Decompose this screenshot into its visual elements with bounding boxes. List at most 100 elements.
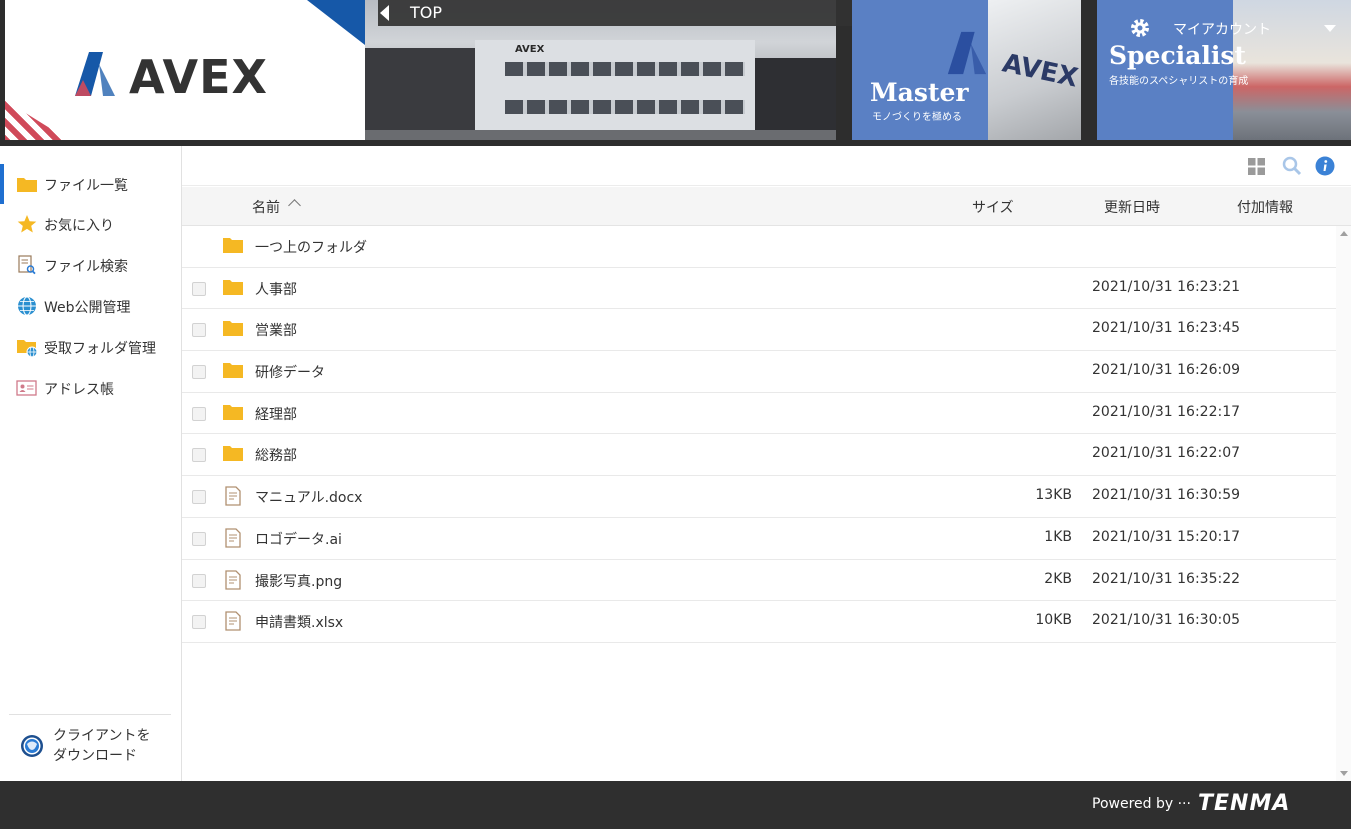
- row-checkbox[interactable]: [192, 406, 206, 421]
- address-card-icon: [16, 380, 37, 396]
- building-windows-upper: [505, 62, 745, 76]
- file-toolbar: [182, 146, 1351, 186]
- sidebar-item-receive-folder[interactable]: 受取フォルダ管理: [0, 327, 181, 367]
- file-icon: [225, 611, 241, 631]
- grid-view-icon[interactable]: [1248, 158, 1265, 175]
- row-checkbox[interactable]: [192, 448, 206, 463]
- folder-icon: [223, 446, 243, 462]
- table-row[interactable]: ロゴデータ.ai 1KB 2021/10/31 15:20:17: [182, 518, 1336, 560]
- row-checkbox[interactable]: [192, 323, 206, 338]
- row-checkbox[interactable]: [192, 573, 206, 588]
- tenma-logo[interactable]: TENMA: [1198, 791, 1290, 816]
- row-name: 人事部: [255, 281, 297, 298]
- sidebar-item-label: ファイル検索: [44, 259, 128, 275]
- row-checkbox[interactable]: [192, 615, 206, 630]
- powered-by-label: Powered by ···: [1092, 796, 1191, 812]
- row-modified: 2021/10/31 16:22:17: [1092, 403, 1241, 420]
- row-name: 研修データ: [255, 365, 325, 382]
- table-row[interactable]: 撮影写真.png 2KB 2021/10/31 16:35:22: [182, 560, 1336, 602]
- row-name: マニュアル.docx: [255, 490, 363, 507]
- table-header: 名前 サイズ 更新日時 付加情報: [182, 187, 1351, 226]
- sidebar-divider: [9, 714, 171, 715]
- row-name: 一つ上のフォルダ: [255, 240, 367, 256]
- row-modified: 2021/10/31 16:30:05: [1092, 612, 1241, 629]
- column-header-size[interactable]: サイズ: [972, 197, 1014, 217]
- table-row[interactable]: 経理部 2021/10/31 16:22:17: [182, 393, 1336, 435]
- row-checkbox[interactable]: [192, 281, 206, 296]
- client-download-line-2: ダウンロード: [53, 748, 137, 764]
- row-name: 経理部: [255, 406, 297, 423]
- file-icon: [225, 486, 241, 506]
- sidebar-item-favorites[interactable]: お気に入り: [0, 204, 181, 244]
- nav-prev-icon[interactable]: [380, 5, 389, 21]
- my-account-label: マイアカウント: [1173, 22, 1271, 38]
- building-windows-lower: [505, 100, 745, 114]
- footer: Powered by ··· TENMA: [0, 781, 1351, 829]
- building-right-block: [755, 58, 836, 130]
- column-header-name[interactable]: 名前: [252, 197, 280, 217]
- search-icon[interactable]: [1282, 156, 1302, 176]
- row-checkbox[interactable]: [192, 531, 206, 546]
- row-size: 13KB: [1035, 487, 1072, 504]
- gear-icon: [1131, 19, 1149, 37]
- folder-icon: [17, 178, 37, 192]
- row-checkbox[interactable]: [192, 365, 206, 380]
- logo-text: AVEX: [129, 50, 268, 104]
- table-row[interactable]: マニュアル.docx 13KB 2021/10/31 16:30:59: [182, 476, 1336, 518]
- file-icon: [225, 528, 241, 548]
- file-search-icon: [18, 255, 36, 275]
- client-download-link[interactable]: クライアントを ダウンロード: [20, 726, 170, 770]
- table-row-parent-folder[interactable]: 一つ上のフォルダ: [182, 226, 1336, 268]
- sidebar-item-label: 受取フォルダ管理: [44, 341, 156, 357]
- nav-title[interactable]: TOP: [410, 3, 442, 22]
- avex-logo-mark-icon: [75, 52, 115, 96]
- row-name: 申請書類.xlsx: [255, 615, 344, 632]
- banner-tile-master[interactable]: AVEX Master モノづくりを極める: [852, 0, 1081, 140]
- row-checkbox[interactable]: [192, 490, 206, 505]
- row-modified: 2021/10/31 16:23:45: [1092, 320, 1241, 337]
- globe-icon: [18, 296, 36, 316]
- table-row[interactable]: 人事部 2021/10/31 16:23:21: [182, 268, 1336, 310]
- building-dark-block: [365, 48, 475, 140]
- row-modified: 2021/10/31 16:35:22: [1092, 570, 1241, 587]
- row-modified: 2021/10/31 15:20:17: [1092, 528, 1241, 545]
- client-download-label: クライアントを ダウンロード: [53, 726, 173, 766]
- table-row[interactable]: 申請書類.xlsx 10KB 2021/10/31 16:30:05: [182, 601, 1336, 643]
- file-rows: 一つ上のフォルダ 人事部 2021/10/31 16:23:21 営業部 202…: [182, 226, 1336, 781]
- building-ground: [365, 130, 836, 140]
- folder-icon: [223, 238, 243, 253]
- column-header-modified[interactable]: 更新日時: [1104, 197, 1160, 217]
- row-name: 総務部: [255, 448, 297, 465]
- scroll-down-icon[interactable]: [1340, 771, 1348, 776]
- file-icon: [225, 569, 241, 590]
- sidebar-item-label: ファイル一覧: [44, 178, 128, 194]
- info-icon[interactable]: [1315, 156, 1335, 176]
- sort-ascending-icon[interactable]: [288, 199, 301, 212]
- master-tile-title: Master: [870, 78, 969, 107]
- column-header-extra[interactable]: 付加情報: [1237, 197, 1293, 217]
- sidebar-item-label: Web公開管理: [44, 300, 131, 316]
- client-download-icon: [21, 735, 43, 757]
- table-row[interactable]: 営業部 2021/10/31 16:23:45: [182, 309, 1336, 352]
- row-size: 2KB: [1044, 570, 1072, 587]
- sidebar-item-label: お気に入り: [44, 218, 114, 234]
- sidebar-item-file-list[interactable]: ファイル一覧: [0, 164, 181, 204]
- folder-icon: [223, 279, 243, 295]
- my-account-menu[interactable]: マイアカウント: [1128, 16, 1343, 42]
- vertical-scrollbar[interactable]: [1336, 226, 1351, 781]
- master-logo-mark-icon: [947, 31, 987, 75]
- header-banner: AVEX AVEX TOP AVEX Master モノづくりを極める Spec…: [0, 0, 1351, 146]
- sidebar-item-file-search[interactable]: ファイル検索: [0, 245, 181, 285]
- specialist-tile-subtitle: 各技能のスペシャリストの育成: [1109, 76, 1249, 87]
- sidebar-item-address-book[interactable]: アドレス帳: [0, 368, 181, 408]
- sidebar-item-label: アドレス帳: [44, 382, 114, 398]
- client-download-line-1: クライアントを: [53, 728, 151, 744]
- row-name: ロゴデータ.ai: [255, 531, 342, 548]
- table-row[interactable]: 総務部 2021/10/31 16:22:07: [182, 434, 1336, 477]
- sidebar-item-web-publish[interactable]: Web公開管理: [0, 286, 181, 326]
- building-sign: AVEX: [515, 44, 545, 55]
- row-size: 10KB: [1035, 612, 1072, 629]
- scroll-up-icon[interactable]: [1340, 231, 1348, 236]
- table-row[interactable]: 研修データ 2021/10/31 16:26:09: [182, 351, 1336, 393]
- logo-panel[interactable]: AVEX: [5, 0, 365, 140]
